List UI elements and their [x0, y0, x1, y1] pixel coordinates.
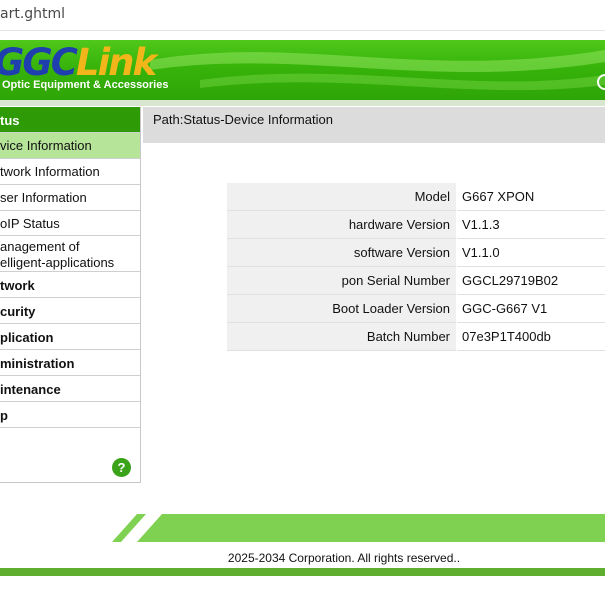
info-label: Batch Number — [227, 323, 456, 351]
sidebar-section-maintenance[interactable]: intenance — [0, 376, 140, 402]
sidebar-item-device-information[interactable]: vice Information — [0, 133, 140, 159]
sidebar-section-status[interactable]: tus — [0, 107, 140, 133]
header-divider — [0, 100, 605, 106]
breadcrumb: Path:Status-Device Information — [153, 112, 333, 127]
help-icon[interactable]: ? — [112, 458, 131, 477]
brand-tagline: Optic Equipment & Accessories — [2, 79, 169, 91]
sidebar-item-intelligent-applications[interactable]: anagement of elligent-applications — [0, 236, 140, 272]
footer-line — [0, 568, 605, 576]
info-label: Model — [227, 183, 456, 211]
header-banner: GGCLink — [0, 40, 605, 100]
sidebar-section-network[interactable]: twork — [0, 272, 140, 298]
info-label: Boot Loader Version — [227, 295, 456, 323]
sidebar-section-application[interactable]: plication — [0, 324, 140, 350]
table-row: hardware Version V1.1.3 — [227, 211, 605, 239]
info-value: GGC-G667 V1 — [457, 295, 605, 323]
sidebar-menu: tus vice Information twork Information s… — [0, 107, 141, 483]
info-value: 07e3P1T400db — [457, 323, 605, 351]
info-value: V1.1.0 — [457, 239, 605, 267]
table-row: software Version V1.1.0 — [227, 239, 605, 267]
table-row: pon Serial Number GGCL29719B02 — [227, 267, 605, 295]
footer-copyright: 2025-2034 Corporation. All rights reserv… — [227, 551, 461, 565]
info-label: pon Serial Number — [227, 267, 456, 295]
table-row: Boot Loader Version GGC-G667 V1 — [227, 295, 605, 323]
sidebar-section-administration[interactable]: ministration — [0, 350, 140, 376]
table-row: Batch Number 07e3P1T400db — [227, 323, 605, 351]
sidebar-item-network-information[interactable]: twork Information — [0, 159, 140, 185]
address-text[interactable]: art.ghtml — [0, 6, 65, 22]
footer-decor-band — [112, 514, 605, 542]
info-label: software Version — [227, 239, 456, 267]
sidebar-item-user-information[interactable]: ser Information — [0, 185, 140, 211]
info-value: V1.1.3 — [457, 211, 605, 239]
sidebar-section-help[interactable]: p — [0, 402, 140, 428]
info-value: G667 XPON — [457, 183, 605, 211]
info-value: GGCL29719B02 — [457, 267, 605, 295]
brand-logo: GGCLink — [0, 41, 157, 84]
breadcrumb-bar: Path:Status-Device Information — [143, 107, 605, 143]
browser-address-bar[interactable]: art.ghtml — [0, 0, 605, 31]
table-row: Model G667 XPON — [227, 183, 605, 211]
info-label: hardware Version — [227, 211, 456, 239]
sidebar-item-voip-status[interactable]: oIP Status — [0, 211, 140, 236]
sidebar-section-security[interactable]: curity — [0, 298, 140, 324]
